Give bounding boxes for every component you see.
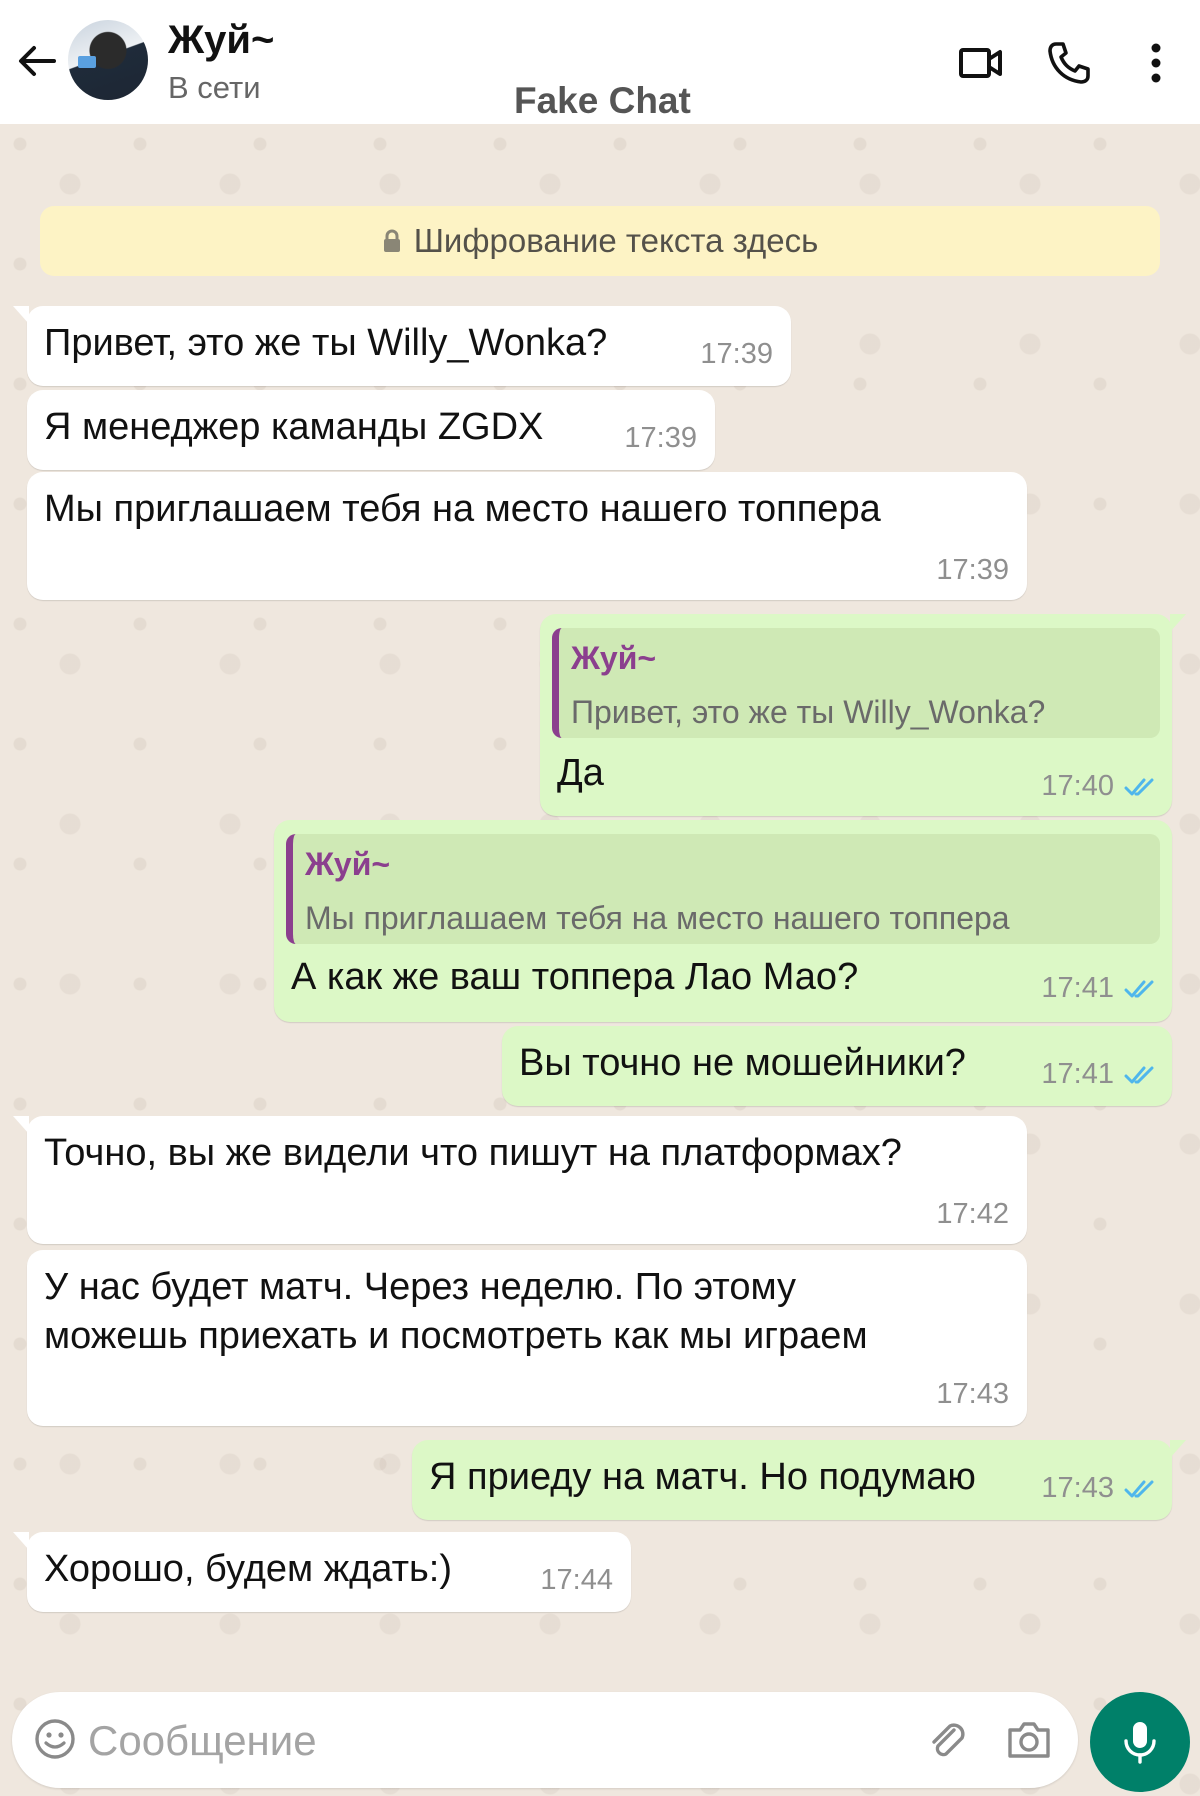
message-input[interactable]: Сообщение <box>88 1717 317 1765</box>
message-incoming[interactable]: Хорошо, будем ждать:) 17:44 <box>13 1532 631 1612</box>
paperclip-icon[interactable] <box>926 1718 970 1762</box>
contact-status: В сети <box>168 70 261 105</box>
message-outgoing-reply[interactable]: Жуй~ Привет, это же ты Willy_Wonka? Да 1… <box>540 614 1186 816</box>
message-incoming[interactable]: Я менеджер каманды ZGDX 17:39 <box>27 390 715 470</box>
message-composer[interactable]: Сообщение <box>12 1692 1078 1788</box>
message-text: А как же ваш топпера Лао Мао? <box>291 956 859 998</box>
message-incoming[interactable]: Мы приглашаем тебя на место нашего топпе… <box>27 472 1027 600</box>
message-text: Точно, вы же видели что пишут на платфор… <box>44 1132 902 1174</box>
reply-quote[interactable]: Жуй~ Мы приглашаем тебя на место нашего … <box>286 834 1160 944</box>
message-text: Я приеду на матч. Но подумаю <box>429 1456 976 1498</box>
message-text: Да <box>557 752 604 794</box>
double-check-icon <box>1124 1066 1154 1084</box>
message-text: Хорошо, будем ждать:) <box>44 1548 453 1590</box>
watermark-label: Fake Chat <box>514 80 691 121</box>
message-text-line-2: можешь приехать и посмотреть как мы игра… <box>44 1315 868 1357</box>
message-time: 17:39 <box>936 554 1009 586</box>
message-text-line-1: У нас будет матч. Через неделю. По этому <box>44 1266 797 1308</box>
message-text: Мы приглашаем тебя на место нашего топпе… <box>44 488 881 530</box>
message-time: 17:39 <box>700 338 773 370</box>
reply-quote[interactable]: Жуй~ Привет, это же ты Willy_Wonka? <box>552 628 1160 738</box>
message-outgoing[interactable]: Вы точно не мошейники? 17:41 <box>502 1026 1172 1106</box>
video-call-icon[interactable] <box>958 40 1004 86</box>
emoji-icon[interactable] <box>34 1718 76 1760</box>
more-vert-icon[interactable] <box>1144 40 1168 86</box>
encryption-notice[interactable]: Шифрование текста здесь <box>40 206 1160 276</box>
microphone-icon <box>1124 1722 1156 1764</box>
message-time: 17:39 <box>624 422 697 454</box>
message-text: Я менеджер каманды ZGDX <box>44 406 544 448</box>
message-time: 17:40 <box>1041 770 1114 802</box>
message-time: 17:43 <box>1041 1472 1114 1504</box>
reply-quote-text: Мы приглашаем тебя на место нашего топпе… <box>305 900 1010 936</box>
message-text: Вы точно не мошейники? <box>519 1042 966 1084</box>
message-time: 17:43 <box>936 1378 1009 1410</box>
camera-icon[interactable] <box>1006 1718 1052 1760</box>
reply-quote-text: Привет, это же ты Willy_Wonka? <box>571 694 1046 730</box>
message-time: 17:42 <box>936 1198 1009 1230</box>
message-time: 17:41 <box>1041 1058 1114 1090</box>
message-time: 17:41 <box>1041 972 1114 1004</box>
message-incoming[interactable]: Привет, это же ты Willy_Wonka? 17:39 <box>13 306 791 386</box>
message-incoming[interactable]: Точно, вы же видели что пишут на платфор… <box>13 1116 1027 1244</box>
message-text: Привет, это же ты Willy_Wonka? <box>44 322 608 364</box>
double-check-icon <box>1124 980 1154 998</box>
lock-icon <box>383 229 400 252</box>
message-incoming[interactable]: У нас будет матч. Через неделю. По этому… <box>27 1250 1027 1426</box>
double-check-icon <box>1124 1480 1154 1498</box>
message-time: 17:44 <box>540 1564 613 1596</box>
phone-icon[interactable] <box>1046 40 1092 86</box>
reply-quote-author: Жуй~ <box>305 846 391 882</box>
contact-name[interactable]: Жуй~ <box>168 18 274 63</box>
double-check-icon <box>1124 778 1154 796</box>
message-outgoing[interactable]: Я приеду на матч. Но подумаю 17:43 <box>412 1440 1186 1520</box>
chat-header: Жуй~ В сети Fake Chat <box>0 0 1200 124</box>
microphone-button[interactable] <box>1090 1692 1190 1792</box>
arrow-left-icon[interactable] <box>14 38 60 84</box>
message-outgoing-reply[interactable]: Жуй~ Мы приглашаем тебя на место нашего … <box>274 820 1172 1022</box>
encryption-notice-text: Шифрование текста здесь <box>413 222 819 259</box>
reply-quote-author: Жуй~ <box>571 640 657 676</box>
avatar[interactable] <box>68 20 148 100</box>
